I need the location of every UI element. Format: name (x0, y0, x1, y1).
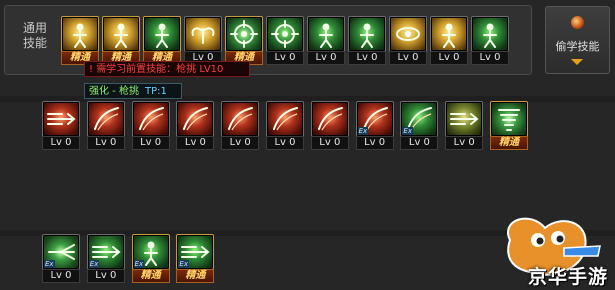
orb-icon (571, 16, 584, 29)
skill-slot[interactable]: Lv 0 (42, 101, 80, 151)
dropdown-arrow-icon (571, 59, 583, 65)
skill-slot[interactable]: Lv 0 (221, 101, 260, 151)
skill-level-label: Lv 0 (266, 136, 304, 150)
burst-icon[interactable]: Ex (42, 234, 80, 270)
skill-slot[interactable]: Ex Lv 0 (42, 234, 80, 284)
arc-slash-icon[interactable] (176, 101, 215, 137)
skill-slot[interactable]: Lv 0 (430, 16, 468, 66)
lunge-icon[interactable] (445, 101, 484, 137)
watermark-text: 京华手游 (528, 266, 609, 288)
skill-slot[interactable]: Lv 0 (310, 101, 349, 151)
skill-level-label: Lv 0 (131, 136, 170, 150)
swing-icon[interactable] (131, 101, 170, 137)
ex-badge: Ex (357, 127, 369, 135)
ex-badge: Ex (88, 260, 100, 268)
sweep-icon[interactable] (266, 101, 304, 137)
general-skills-label: 通用技能 (22, 21, 47, 50)
mastery-badge: 精通 (490, 136, 528, 150)
strength-icon[interactable] (430, 16, 468, 52)
kick-icon[interactable] (471, 16, 509, 52)
rest-icon[interactable] (61, 16, 99, 52)
spear-thrust-icon[interactable] (42, 101, 80, 137)
skill-slot[interactable]: 精通 (143, 16, 181, 66)
skill-slot[interactable]: 精通 (490, 101, 528, 151)
skill-level-label: Lv 0 (310, 136, 349, 150)
skill-slot[interactable]: Ex 精通 (176, 234, 215, 284)
eye-icon[interactable] (389, 16, 427, 52)
tornado-icon[interactable] (490, 101, 528, 137)
skill-level-label: Lv 0 (348, 51, 386, 65)
ex-badge: Ex (178, 260, 189, 268)
sprint-icon[interactable] (143, 16, 181, 52)
target-icon[interactable] (266, 16, 304, 52)
requirement-text: ! 需学习前置技能：枪挑 LV10 (89, 64, 224, 75)
steal-skill-button[interactable]: 偷学技能 (545, 6, 610, 74)
speed-lines-icon[interactable]: Ex (86, 234, 125, 270)
skill-slot[interactable]: Lv 0 (266, 101, 304, 151)
skill-slot[interactable]: Lv 0 (471, 16, 509, 66)
skill-slot[interactable]: Lv 0 (176, 101, 215, 151)
tp-cost: TP:1 (144, 86, 167, 97)
enhance-tooltip: 强化 - 枪挑 TP:1 (84, 83, 182, 99)
skill-slot[interactable]: Lv 0 (348, 16, 386, 66)
skill-slot[interactable]: 精通 (61, 16, 99, 66)
ex-badge: Ex (402, 127, 413, 135)
meditate-icon[interactable] (307, 16, 345, 52)
skill-level-label: Lv 0 (221, 136, 260, 150)
skill-level-label: Lv 0 (42, 136, 80, 150)
skill-level-label: Lv 0 (42, 269, 80, 283)
mastery-badge: 精通 (176, 269, 215, 283)
wings-icon[interactable] (184, 16, 222, 52)
skill-slot[interactable]: Ex Lv 0 (86, 234, 125, 284)
requirement-tooltip: ! 需学习前置技能：枪挑 LV10 (84, 61, 250, 77)
skill-slot[interactable]: 精通 (102, 16, 140, 66)
enhance-text: 强化 - 枪挑 (89, 86, 139, 97)
skill-level-label: Lv 0 (471, 51, 509, 65)
skill-slot[interactable]: Lv 0 (389, 16, 427, 66)
crescent-icon[interactable] (310, 101, 349, 137)
skill-level-label: Lv 0 (86, 269, 125, 283)
dash-icon[interactable]: Ex (176, 234, 215, 270)
skill-slot[interactable]: Lv 0 (266, 16, 304, 66)
skill-level-label: Lv 0 (86, 136, 125, 150)
skill-slot[interactable]: Lv 0 (131, 101, 170, 151)
skill-slot[interactable]: Ex Lv 0 (355, 101, 394, 151)
skill-level-label: Lv 0 (400, 136, 439, 150)
skill-slot[interactable]: Lv 0 (307, 16, 345, 66)
skill-level-label: Lv 0 (176, 136, 215, 150)
skill-slot[interactable]: Lv 0 (86, 101, 125, 151)
gear-figure-icon[interactable] (348, 16, 386, 52)
skill-level-label: Lv 0 (355, 136, 394, 150)
ex-badge: Ex (44, 260, 55, 268)
leap-strike-icon[interactable]: Ex (131, 234, 170, 270)
flame-fist-icon[interactable] (102, 16, 140, 52)
skill-level-label: Lv 0 (430, 51, 468, 65)
slash-icon[interactable] (86, 101, 125, 137)
skill-level-label: Lv 0 (266, 51, 304, 65)
skill-slot[interactable]: Ex Lv 0 (400, 101, 439, 151)
skill-slot[interactable]: 精通 (225, 16, 263, 66)
cross-slash-icon[interactable] (221, 101, 260, 137)
skill-level-label: Lv 0 (445, 136, 484, 150)
steal-skill-label: 偷学技能 (555, 40, 600, 53)
mastery-badge: 精通 (131, 269, 170, 283)
skill-slot[interactable]: Lv 0 (445, 101, 484, 151)
skill-slot[interactable]: Lv 0 (184, 16, 222, 66)
skill-level-label: Lv 0 (389, 51, 427, 65)
skill-level-label: Lv 0 (307, 51, 345, 65)
blade-wave-icon[interactable]: Ex (355, 101, 394, 137)
crosshair-icon[interactable] (225, 16, 263, 52)
ex-badge: Ex (133, 260, 145, 268)
wind-blade-icon[interactable]: Ex (400, 101, 439, 137)
skill-slot[interactable]: Ex 精通 (131, 234, 170, 284)
